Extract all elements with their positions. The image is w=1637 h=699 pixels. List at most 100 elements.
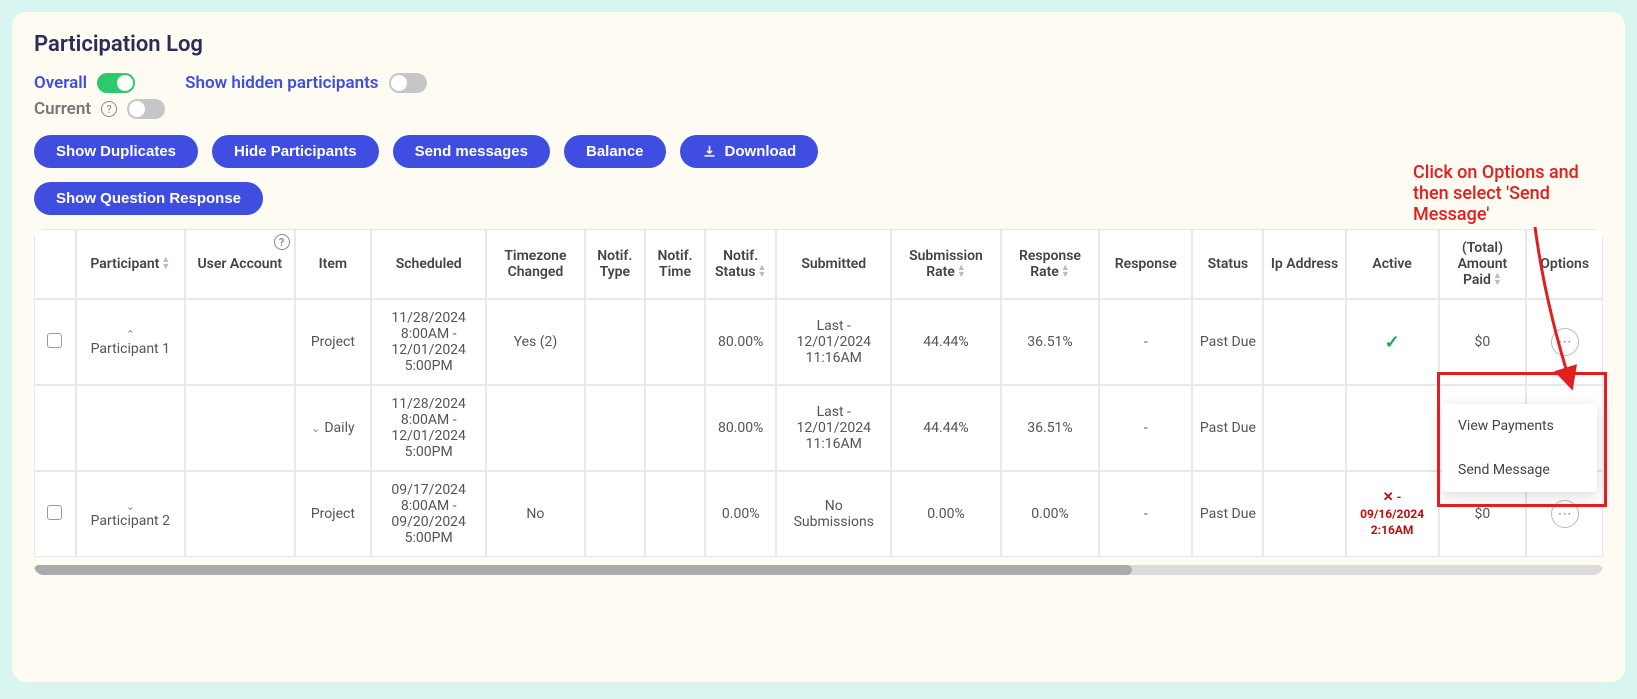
cell-submitted: No Submissions bbox=[776, 471, 891, 557]
col-notif-status[interactable]: Notif. Status▲▼ bbox=[705, 229, 776, 299]
col-status: Status bbox=[1192, 229, 1263, 299]
send-message-item[interactable]: Send Message bbox=[1442, 448, 1597, 492]
cell-item: Project bbox=[295, 299, 372, 385]
col-item: Item bbox=[295, 229, 372, 299]
cell-timezone-changed bbox=[486, 385, 585, 471]
show-duplicates-button[interactable]: Show Duplicates bbox=[34, 135, 198, 168]
cell-ip-address bbox=[1263, 299, 1345, 385]
cell-user-account bbox=[185, 299, 294, 385]
cell-submitted: Last - 12/01/2024 11:16AM bbox=[776, 299, 891, 385]
cell-response-rate: 36.51% bbox=[1001, 385, 1100, 471]
cell-response-rate: 0.00% bbox=[1001, 471, 1100, 557]
chevron-down-icon[interactable]: ⌄ bbox=[83, 500, 178, 513]
cell-status: Past Due bbox=[1192, 299, 1263, 385]
cell-active: ✕ - 09/16/2024 2:16AM bbox=[1346, 471, 1439, 557]
table-row: ⌃Participant 1 Project 11/28/2024 8:00AM… bbox=[34, 299, 1603, 385]
overall-toggle-label: Overall bbox=[34, 73, 87, 93]
cell-notif-time bbox=[645, 471, 705, 557]
cell-notif-time bbox=[645, 385, 705, 471]
cell-notif-status: 80.00% bbox=[705, 385, 776, 471]
button-row-2: Show Question Response bbox=[34, 182, 1603, 215]
cell-response-rate: 36.51% bbox=[1001, 299, 1100, 385]
horizontal-scrollbar[interactable] bbox=[34, 565, 1603, 575]
show-question-response-button[interactable]: Show Question Response bbox=[34, 182, 263, 215]
download-button[interactable]: Download bbox=[680, 135, 819, 168]
row-checkbox[interactable] bbox=[47, 333, 62, 348]
cell-notif-type bbox=[585, 385, 645, 471]
cell-notif-status: 0.00% bbox=[705, 471, 776, 557]
deactivation-date: 09/16/2024 2:16AM bbox=[1360, 507, 1424, 538]
col-notif-type: Notif. Type bbox=[585, 229, 645, 299]
x-icon: ✕ bbox=[1383, 490, 1394, 505]
col-timezone-changed: Timezone Changed bbox=[486, 229, 585, 299]
table-row: ⌄Daily 11/28/2024 8:00AM - 12/01/2024 5:… bbox=[34, 385, 1603, 471]
send-messages-button[interactable]: Send messages bbox=[393, 135, 550, 168]
cell-participant: ⌃Participant 1 bbox=[76, 299, 185, 385]
overall-toggle[interactable] bbox=[97, 73, 135, 93]
cell-response: - bbox=[1099, 299, 1192, 385]
table-header: Participant▲▼ ?User Account Item Schedul… bbox=[34, 229, 1603, 299]
col-notif-time: Notif. Time bbox=[645, 229, 705, 299]
options-button[interactable]: ⋯ bbox=[1551, 328, 1579, 356]
chevron-down-icon[interactable]: ⌄ bbox=[311, 422, 320, 435]
cell-active: ✓ bbox=[1346, 299, 1439, 385]
current-toggle-group: Current ? bbox=[34, 99, 165, 119]
scrollbar-thumb[interactable] bbox=[34, 565, 1132, 575]
hidden-toggle[interactable] bbox=[389, 73, 427, 93]
current-toggle-label: Current bbox=[34, 99, 91, 119]
cell-notif-status: 80.00% bbox=[705, 299, 776, 385]
cell-status: Past Due bbox=[1192, 471, 1263, 557]
row-checkbox[interactable] bbox=[47, 505, 62, 520]
col-response: Response bbox=[1099, 229, 1192, 299]
cell-status: Past Due bbox=[1192, 385, 1263, 471]
check-icon: ✓ bbox=[1385, 332, 1400, 353]
table-body: ⌃Participant 1 Project 11/28/2024 8:00AM… bbox=[34, 299, 1603, 557]
col-submission-rate[interactable]: Submission Rate▲▼ bbox=[891, 229, 1000, 299]
toggle-row-1: Overall Show hidden participants bbox=[34, 73, 1603, 93]
cell-item: ⌄Daily bbox=[295, 385, 372, 471]
view-payments-item[interactable]: View Payments bbox=[1442, 404, 1597, 448]
toggle-row-2: Current ? bbox=[34, 99, 1603, 119]
cell-user-account bbox=[185, 471, 294, 557]
cell-submission-rate: 0.00% bbox=[891, 471, 1000, 557]
help-icon[interactable]: ? bbox=[274, 234, 290, 250]
chevron-up-icon[interactable]: ⌃ bbox=[83, 328, 178, 341]
col-participant[interactable]: Participant▲▼ bbox=[76, 229, 185, 299]
participation-log-panel: Participation Log Overall Show hidden pa… bbox=[12, 12, 1625, 682]
col-scheduled: Scheduled bbox=[371, 229, 486, 299]
cell-scheduled: 11/28/2024 8:00AM - 12/01/2024 5:00PM bbox=[371, 385, 486, 471]
col-active: Active bbox=[1346, 229, 1439, 299]
cell-scheduled: 09/17/2024 8:00AM - 09/20/2024 5:00PM bbox=[371, 471, 486, 557]
hide-participants-button[interactable]: Hide Participants bbox=[212, 135, 379, 168]
participation-table: Participant▲▼ ?User Account Item Schedul… bbox=[34, 229, 1603, 557]
cell-user-account bbox=[185, 385, 294, 471]
help-icon[interactable]: ? bbox=[101, 101, 117, 117]
cell-timezone-changed: No bbox=[486, 471, 585, 557]
page-title: Participation Log bbox=[34, 32, 1603, 57]
cell-timezone-changed: Yes (2) bbox=[486, 299, 585, 385]
col-response-rate[interactable]: Response Rate▲▼ bbox=[1001, 229, 1100, 299]
hidden-toggle-group: Show hidden participants bbox=[185, 73, 426, 93]
participation-table-container: Participant▲▼ ?User Account Item Schedul… bbox=[34, 229, 1603, 575]
cell-submission-rate: 44.44% bbox=[891, 385, 1000, 471]
hidden-toggle-label: Show hidden participants bbox=[185, 73, 378, 93]
cell-submitted: Last - 12/01/2024 11:16AM bbox=[776, 385, 891, 471]
col-ip-address: Ip Address bbox=[1263, 229, 1345, 299]
col-user-account: ?User Account bbox=[185, 229, 294, 299]
download-button-label: Download bbox=[725, 143, 797, 160]
col-checkbox bbox=[34, 229, 76, 299]
cell-participant bbox=[76, 385, 185, 471]
download-icon bbox=[702, 144, 717, 159]
options-button[interactable]: ⋯ bbox=[1551, 500, 1579, 528]
cell-ip-address bbox=[1263, 471, 1345, 557]
cell-amount-paid: $0 bbox=[1439, 299, 1527, 385]
balance-button[interactable]: Balance bbox=[564, 135, 666, 168]
col-amount-paid[interactable]: (Total) Amount Paid▲▼ bbox=[1439, 229, 1527, 299]
current-toggle[interactable] bbox=[127, 99, 165, 119]
cell-response: - bbox=[1099, 385, 1192, 471]
cell-item: Project bbox=[295, 471, 372, 557]
cell-active bbox=[1346, 385, 1439, 471]
cell-submission-rate: 44.44% bbox=[891, 299, 1000, 385]
options-popup: View Payments Send Message bbox=[1442, 404, 1597, 492]
table-row: ⌄Participant 2 Project 09/17/2024 8:00AM… bbox=[34, 471, 1603, 557]
